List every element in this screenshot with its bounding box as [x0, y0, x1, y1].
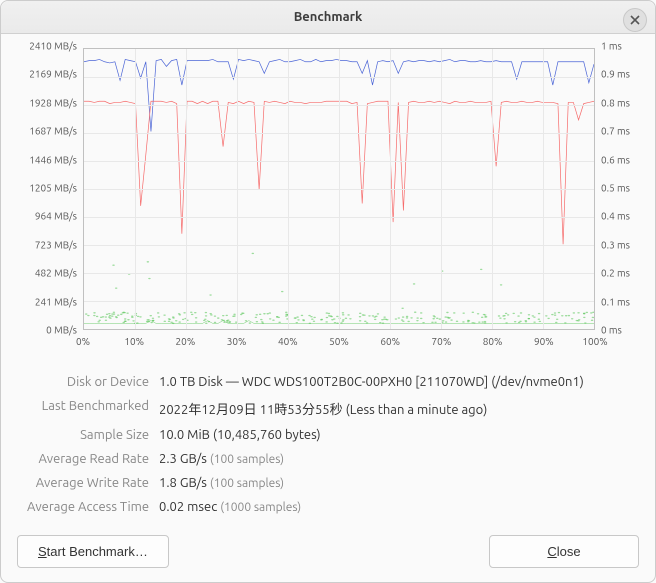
value-write: 1.8 GB/s (100 samples) — [159, 476, 284, 490]
y-right-tick: 0.5 ms — [601, 183, 630, 194]
info-row-write: Average Write Rate 1.8 GB/s (100 samples… — [17, 471, 639, 495]
benchmark-dialog: Benchmark 0 MB/s 241 MB/s 482 MB/s 723 MB/s… — [0, 0, 656, 583]
benchmark-chart: 0 MB/s 241 MB/s 482 MB/s 723 MB/s 964 MB/s 12… — [17, 46, 639, 354]
x-tick: 0% — [76, 336, 90, 347]
info-row-read: Average Read Rate 2.3 GB/s (100 samples) — [17, 447, 639, 471]
value-last: 2022年12月09日 11時53分55秒 (Less than a minut… — [159, 399, 487, 418]
close-button[interactable]: Close — [489, 535, 639, 568]
value-device: 1.0 TB Disk — WDC WDS100T2B0C-00PXH0 [21… — [159, 375, 584, 389]
info-table: Disk or Device 1.0 TB Disk — WDC WDS100T… — [17, 370, 639, 519]
x-tick: 60% — [380, 336, 400, 347]
info-row-last: Last Benchmarked 2022年12月09日 11時53分55秒 (… — [17, 394, 639, 423]
start-benchmark-button[interactable]: Start Benchmark… — [17, 535, 169, 568]
content-area: 0 MB/s 241 MB/s 482 MB/s 723 MB/s 964 MB/s 12… — [1, 34, 655, 582]
y-left-tick: 723 MB/s — [35, 239, 77, 250]
y-left-tick: 2169 MB/s — [29, 69, 77, 80]
label-access: Average Access Time — [17, 500, 159, 514]
window-title: Benchmark — [294, 10, 363, 24]
label-write: Average Write Rate — [17, 476, 159, 490]
y-right-tick: 0.3 ms — [601, 239, 630, 250]
x-tick: 100% — [582, 336, 607, 347]
y-right-tick: 0.1 ms — [601, 296, 630, 307]
titlebar: Benchmark — [1, 1, 655, 34]
y-left-tick: 964 MB/s — [35, 211, 77, 222]
y-right-tick: 0.9 ms — [601, 69, 630, 80]
y-left-tick: 1928 MB/s — [29, 97, 77, 108]
y-axis-right-labels: 0 ms0.1 ms0.2 ms0.3 ms0.4 ms0.5 ms0.6 ms… — [597, 46, 639, 330]
x-tick: 80% — [483, 336, 503, 347]
y-right-tick: 0.8 ms — [601, 97, 630, 108]
label-device: Disk or Device — [17, 375, 159, 389]
x-tick: 40% — [278, 336, 298, 347]
value-access: 0.02 msec (1000 samples) — [159, 500, 301, 514]
value-sample: 10.0 MiB (10,485,760 bytes) — [159, 428, 321, 442]
y-right-tick: 1 ms — [601, 41, 622, 52]
value-read: 2.3 GB/s (100 samples) — [159, 452, 284, 466]
y-right-tick: 0.6 ms — [601, 154, 630, 165]
label-sample: Sample Size — [17, 428, 159, 442]
info-row-sample: Sample Size 10.0 MiB (10,485,760 bytes) — [17, 423, 639, 447]
y-right-tick: 0.7 ms — [601, 126, 630, 137]
y-right-tick: 0.2 ms — [601, 268, 630, 279]
x-icon — [630, 15, 640, 25]
label-read: Average Read Rate — [17, 452, 159, 466]
x-tick: 90% — [534, 336, 554, 347]
y-right-tick: 0.4 ms — [601, 211, 630, 222]
y-left-tick: 1205 MB/s — [29, 183, 77, 194]
close-icon[interactable] — [623, 8, 647, 32]
y-left-tick: 1446 MB/s — [29, 154, 77, 165]
info-row-access: Average Access Time 0.02 msec (1000 samp… — [17, 495, 639, 519]
button-row: Start Benchmark… Close — [17, 535, 639, 568]
y-left-tick: 0 MB/s — [46, 325, 77, 336]
info-row-device: Disk or Device 1.0 TB Disk — WDC WDS100T… — [17, 370, 639, 394]
x-axis-labels: 0%10%20%30%40%50%60%70%80%90%100% — [83, 334, 595, 354]
x-tick: 50% — [329, 336, 349, 347]
y-left-tick: 241 MB/s — [35, 296, 77, 307]
x-tick: 10% — [124, 336, 144, 347]
y-right-tick: 0 ms — [601, 325, 622, 336]
chart-plot-area — [83, 48, 595, 330]
x-tick: 20% — [176, 336, 196, 347]
y-left-tick: 2410 MB/s — [29, 41, 77, 52]
x-tick: 30% — [227, 336, 247, 347]
label-last: Last Benchmarked — [17, 399, 159, 418]
y-axis-left-labels: 0 MB/s241 MB/s482 MB/s723 MB/s964 MB/s12… — [17, 46, 81, 330]
x-tick: 70% — [432, 336, 452, 347]
y-left-tick: 1687 MB/s — [29, 126, 77, 137]
y-left-tick: 482 MB/s — [35, 268, 77, 279]
